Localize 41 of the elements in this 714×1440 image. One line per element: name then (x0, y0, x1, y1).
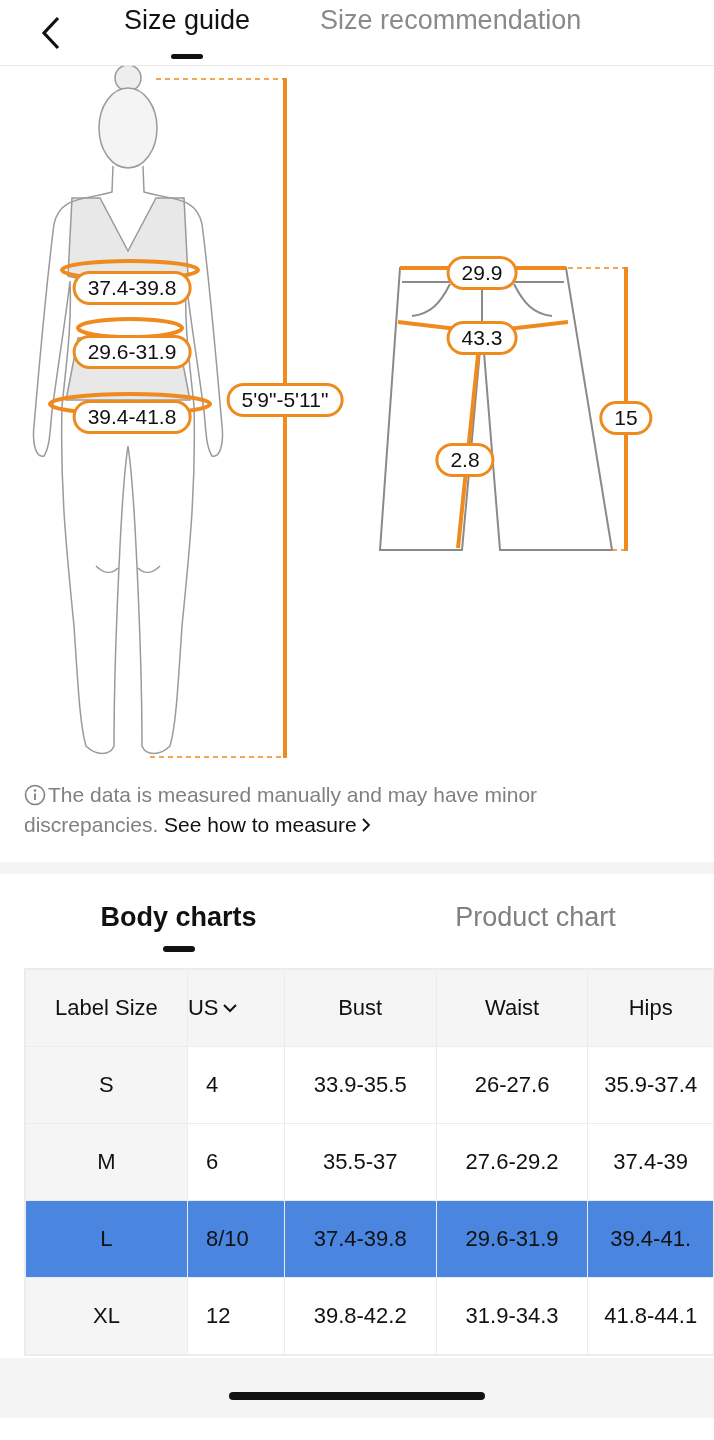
size-row[interactable]: S 4 33.9-35.5 26-27.6 35.9-37.4 (25, 1046, 714, 1124)
body-measurement-label: 37.4-39.8 (72, 271, 192, 305)
chart-tab[interactable]: Body charts (0, 882, 357, 952)
table-cell: S (25, 1046, 188, 1124)
garment-measurement-label: 15 (599, 401, 653, 435)
garment-measurement-label: 29.9 (446, 256, 518, 290)
table-cell: 26-27.6 (436, 1046, 588, 1124)
table-cell: L (25, 1200, 188, 1278)
size-row[interactable]: M 6 35.5-37 27.6-29.2 37.4-39 (25, 1123, 714, 1201)
chevron-right-icon (360, 817, 371, 833)
column-header: Label Size (25, 969, 188, 1047)
garment-measurement-label: 2.8 (435, 443, 495, 477)
measure-link[interactable]: See how to measure (164, 813, 371, 836)
body-measurement-label: 29.6-31.9 (72, 335, 192, 369)
table-cell: 35.9-37.4 (587, 1046, 714, 1124)
table-cell: 37.4-39 (587, 1123, 714, 1201)
column-header: Hips (587, 969, 714, 1047)
table-cell: XL (25, 1277, 188, 1355)
table-cell: 35.5-37 (284, 1123, 437, 1201)
body-measurement-label: 39.4-41.8 (72, 400, 192, 434)
column-header: Waist (436, 969, 588, 1047)
table-cell: 4 (187, 1046, 284, 1124)
chart-tab[interactable]: Product chart (357, 882, 714, 952)
info-icon (24, 784, 46, 806)
body-measurement-label: 5'9"-5'11" (226, 383, 344, 417)
table-cell: 6 (187, 1123, 284, 1201)
header-tab[interactable]: Size guide (124, 0, 251, 65)
table-cell: 27.6-29.2 (436, 1123, 588, 1201)
measure-note: The data is measured manually and may have minor discrepancies. See how to measure (24, 782, 539, 838)
table-cell: 33.9-35.5 (284, 1046, 437, 1124)
size-row[interactable]: L 8/10 37.4-39.8 29.6-31.9 39.4-41. (25, 1200, 714, 1278)
table-cell: 29.6-31.9 (436, 1200, 588, 1278)
unit-dropdown[interactable]: US (187, 995, 239, 1021)
column-header: Bust (284, 969, 437, 1047)
chevron-down-icon (222, 1003, 239, 1013)
table-cell: M (25, 1123, 188, 1201)
size-row[interactable]: XL 12 39.8-42.2 31.9-34.3 41.8-44.1 (25, 1277, 714, 1355)
table-cell: 37.4-39.8 (284, 1200, 437, 1278)
table-cell: 8/10 (187, 1200, 284, 1278)
garment-measurement-label: 43.3 (446, 321, 518, 355)
table-cell: 39.4-41. (587, 1200, 714, 1278)
